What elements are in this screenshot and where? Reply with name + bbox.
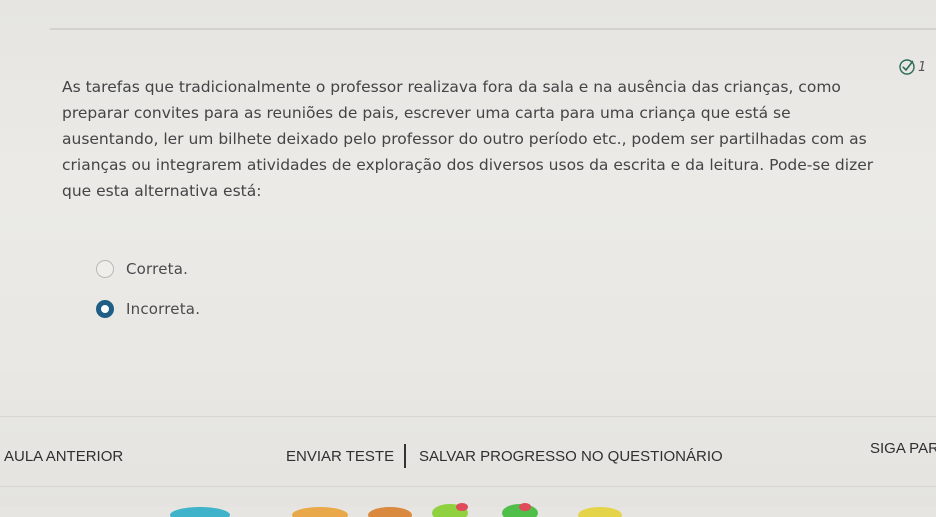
footer-separator — [404, 444, 406, 468]
question-text: As tarefas que tradicionalmente o profes… — [62, 74, 930, 204]
submit-test-button[interactable]: ENVIAR TESTE — [286, 448, 394, 465]
answer-options: Correta. Incorreta. — [96, 256, 200, 336]
option-incorreta[interactable]: Incorreta. — [96, 296, 200, 322]
question-line: ausentando, ler um bilhete deixado pelo … — [62, 130, 867, 148]
radio-unchecked-icon[interactable] — [96, 260, 114, 278]
bottom-divider — [0, 486, 936, 487]
footer-nav: AULA ANTERIOR ENVIAR TESTE SALVAR PROGRE… — [0, 440, 936, 474]
save-progress-button[interactable]: SALVAR PROGRESSO NO QUESTIONÁRIO — [419, 448, 723, 465]
top-divider — [50, 28, 936, 30]
question-line: preparar convites para as reuniões de pa… — [62, 104, 791, 122]
question-line: que esta alternativa está: — [62, 182, 262, 200]
question-line: crianças ou integrarem atividades de exp… — [62, 156, 874, 174]
option-correta[interactable]: Correta. — [96, 256, 200, 282]
option-label: Incorreta. — [126, 300, 201, 318]
radio-checked-icon[interactable] — [96, 300, 114, 318]
question-number: 1 — [918, 59, 927, 75]
decorative-color-strip — [170, 503, 622, 517]
footer-divider — [0, 416, 936, 417]
previous-lesson-link[interactable]: AULA ANTERIOR — [4, 448, 123, 465]
next-link[interactable]: SIGA PAR — [870, 440, 936, 457]
question-line: As tarefas que tradicionalmente o profes… — [62, 78, 841, 96]
option-label: Correta. — [126, 260, 189, 278]
